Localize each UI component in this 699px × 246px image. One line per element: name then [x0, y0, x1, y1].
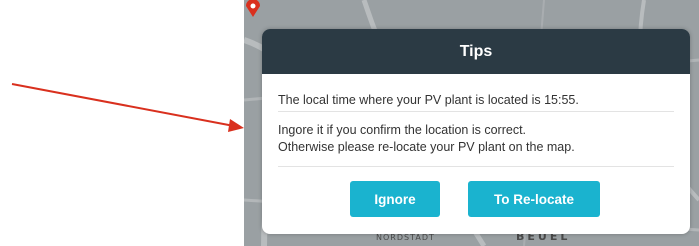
divider [278, 166, 674, 167]
map-label-nordstadt: NORDSTADT [376, 233, 435, 242]
divider [278, 111, 674, 112]
dialog-body: The local time where your PV plant is lo… [262, 74, 690, 156]
relocate-button[interactable]: To Re-locate [468, 181, 600, 217]
confirm-message: Ingore it if you confirm the location is… [278, 123, 527, 137]
relocate-message: Otherwise please re-locate your PV plant… [278, 140, 575, 154]
location-pin-icon[interactable] [244, 0, 262, 18]
dialog-header: Tips [262, 29, 690, 74]
annotation-arrow [11, 83, 244, 132]
dialog-title: Tips [459, 42, 493, 60]
local-time-message: The local time where your PV plant is lo… [278, 93, 579, 107]
ignore-button[interactable]: Ignore [350, 181, 440, 217]
tips-dialog: Tips The local time where your PV plant … [262, 29, 690, 234]
